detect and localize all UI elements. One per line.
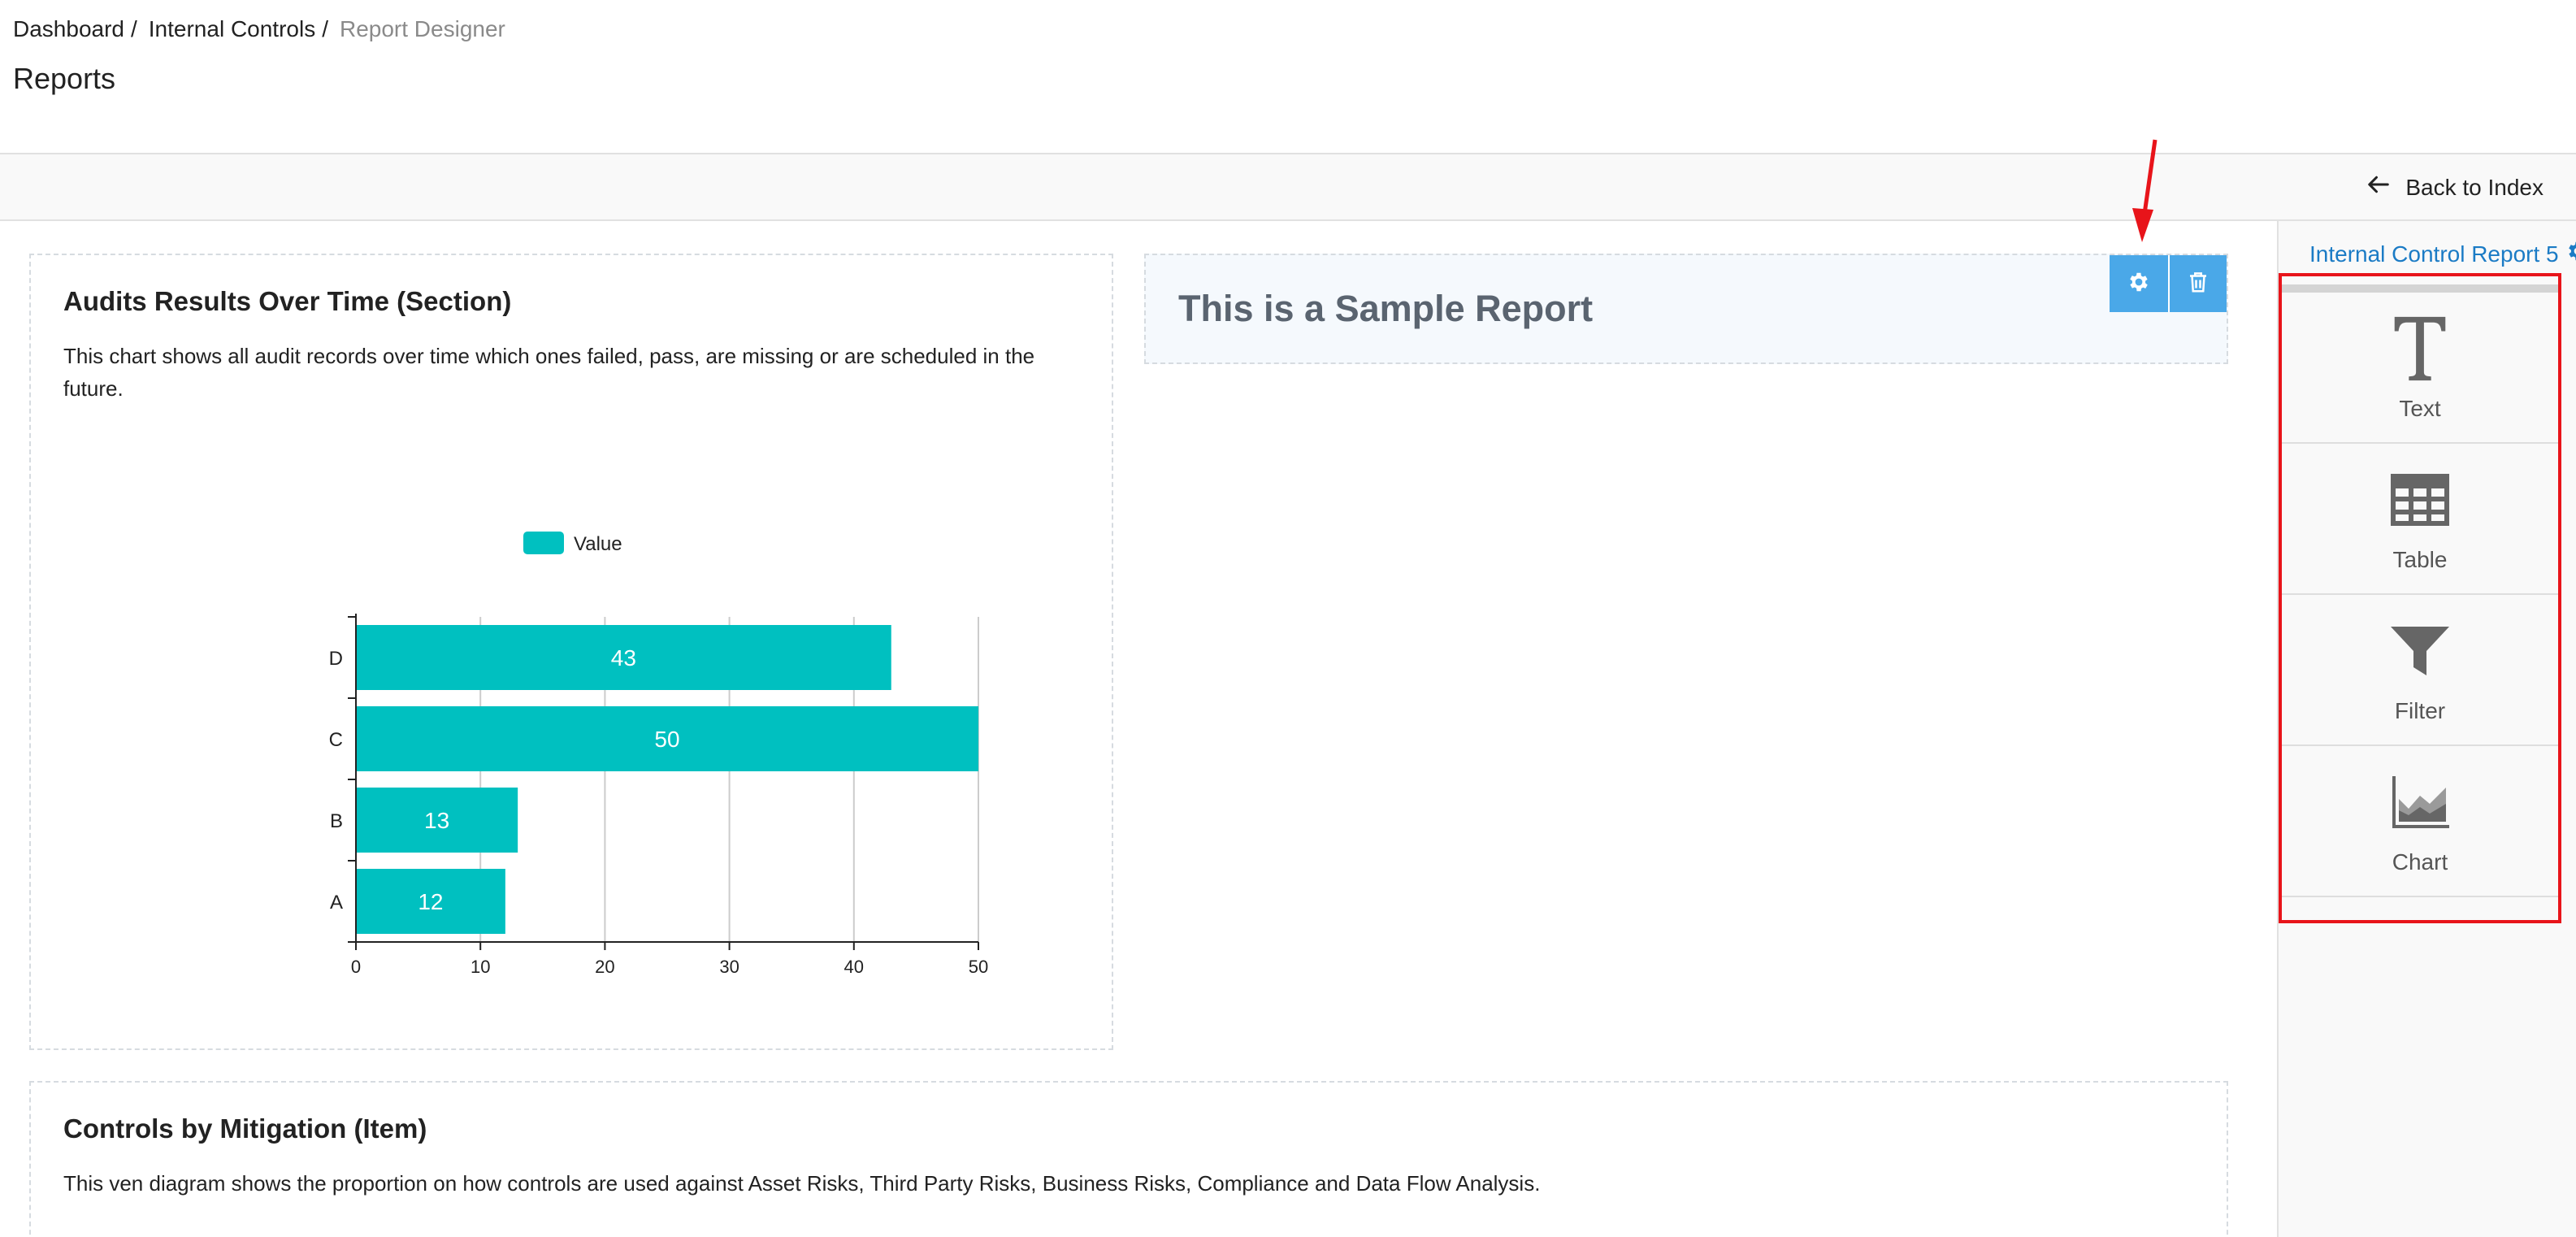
x-tick-label: 10 xyxy=(471,957,490,977)
section-controls-title: Controls by Mitigation (Item) xyxy=(63,1113,427,1144)
y-category-label: D xyxy=(329,648,343,670)
y-category-label: A xyxy=(330,892,343,914)
gear-icon xyxy=(2127,270,2151,298)
gear-icon xyxy=(2565,239,2576,269)
tool-text[interactable]: Text xyxy=(2282,293,2558,444)
x-tick-label: 20 xyxy=(595,957,614,977)
table-icon xyxy=(2387,465,2452,539)
section-audits-card[interactable]: Audits Results Over Time (Section) This … xyxy=(29,254,1113,1050)
section-controls-description: This ven diagram shows the proportion on… xyxy=(63,1171,1541,1196)
text-icon xyxy=(2387,314,2452,388)
card-actions xyxy=(2110,255,2227,312)
breadcrumb: Dashboard / Internal Controls / Report D… xyxy=(13,16,505,42)
sample-report-title: This is a Sample Report xyxy=(1178,288,1594,329)
tool-text-label: Text xyxy=(2399,395,2441,421)
breadcrumb-separator: / xyxy=(322,16,328,41)
report-name: Internal Control Report 5 xyxy=(2309,241,2559,267)
delete-button[interactable] xyxy=(2168,255,2227,312)
tool-table[interactable]: Table xyxy=(2282,444,2558,595)
bar-value-label: 50 xyxy=(654,727,679,752)
y-category-label: C xyxy=(329,729,343,751)
x-tick-label: 30 xyxy=(719,957,739,977)
report-canvas: Audits Results Over Time (Section) This … xyxy=(0,221,2277,1237)
settings-button[interactable] xyxy=(2110,255,2168,312)
legend-label: Value xyxy=(574,533,622,555)
y-category-label: B xyxy=(330,810,343,832)
tool-table-label: Table xyxy=(2392,546,2448,572)
tool-filter-label: Filter xyxy=(2394,697,2446,723)
tool-chart-label: Chart xyxy=(2392,849,2448,875)
page-title: Reports xyxy=(13,62,116,95)
back-to-index-label: Back to Index xyxy=(2405,174,2543,200)
bar-chart-svg: Value 0 10 20 30 40 50 43 D 50 C 13 B 12 A xyxy=(329,532,988,977)
breadcrumb-internal-controls[interactable]: Internal Controls xyxy=(149,16,315,42)
breadcrumb-dashboard[interactable]: Dashboard xyxy=(13,16,124,42)
breadcrumb-separator: / xyxy=(130,16,137,41)
breadcrumb-current: Report Designer xyxy=(339,16,505,41)
bar-value-label: 13 xyxy=(424,808,449,833)
x-tick-label: 0 xyxy=(351,957,361,977)
filter-icon xyxy=(2387,616,2452,690)
trash-icon xyxy=(2186,270,2210,298)
palette-drag-bar xyxy=(2282,284,2558,293)
section-audits-title: Audits Results Over Time (Section) xyxy=(63,286,512,316)
audits-bar-chart: Value 0 10 20 30 40 50 43 D 50 C 13 B 12 A xyxy=(31,467,1115,1052)
legend-swatch xyxy=(523,532,564,554)
section-audits-description: This chart shows all audit records over … xyxy=(63,344,1035,401)
report-settings-link[interactable]: Internal Control Report 5 xyxy=(2309,239,2576,269)
section-controls-card[interactable]: Controls by Mitigation (Item) This ven d… xyxy=(29,1081,2228,1237)
arrow-left-icon xyxy=(2366,172,2391,202)
tool-palette: Text Table Filter Chart xyxy=(2279,273,2561,923)
x-tick-label: 50 xyxy=(969,957,988,977)
toolbar: Back to Index xyxy=(0,153,2576,221)
designer-sidebar: Internal Control Report 5 Text Table Fil… xyxy=(2277,221,2576,1237)
chart-icon xyxy=(2387,767,2452,841)
bar-value-label: 12 xyxy=(418,889,443,914)
x-tick-label: 40 xyxy=(844,957,864,977)
bar-value-label: 43 xyxy=(611,645,636,671)
tool-filter[interactable]: Filter xyxy=(2282,595,2558,746)
sample-report-card[interactable]: This is a Sample Report xyxy=(1144,254,2228,364)
back-to-index-link[interactable]: Back to Index xyxy=(2366,172,2543,202)
tool-chart[interactable]: Chart xyxy=(2282,746,2558,897)
